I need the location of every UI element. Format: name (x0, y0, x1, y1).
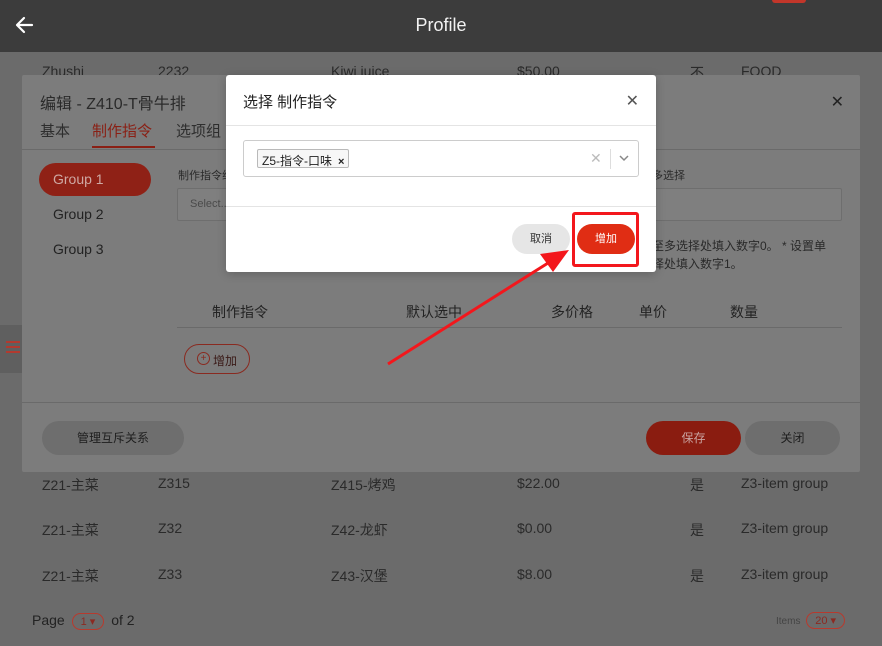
table-row[interactable]: Z21-主菜 Z32 Z42-龙虾 $0.00 是 Z3-item group (0, 507, 882, 551)
close-icon[interactable]: ✕ (626, 91, 639, 111)
table-cell: Z21-主菜 (42, 568, 99, 584)
notification-mark (772, 0, 806, 3)
page-label: Page (32, 612, 65, 628)
table-cell: 是 (690, 522, 704, 538)
save-button[interactable]: 保存 (646, 421, 741, 455)
table-cell: Z21-主菜 (42, 477, 99, 493)
instruction-multiselect[interactable]: Z5-指令-口味 × ✕ (243, 140, 639, 177)
group-item-2[interactable]: Group 2 (39, 198, 151, 231)
items-label: Items (776, 616, 801, 627)
divider (226, 125, 656, 126)
column-header: 数量 (730, 304, 758, 320)
page-title: Profile (415, 15, 467, 35)
top-bar: Profile (0, 0, 882, 52)
table-cell: Z33 (158, 566, 183, 582)
dialog-title: 选择 制作指令 (243, 94, 338, 111)
table-cell: Z3-item group (741, 475, 829, 491)
divider (22, 402, 860, 403)
column-header: 单价 (639, 304, 667, 320)
page-value: 1 (80, 616, 87, 628)
group-item-1[interactable]: Group 1 (39, 163, 151, 196)
page-select[interactable]: 1 ▾ (71, 613, 105, 630)
manage-exclusion-button[interactable]: 管理互斥关系 (42, 421, 184, 455)
active-tab-indicator (92, 146, 155, 148)
table-cell: Z315 (158, 475, 190, 491)
edit-dialog-title: 编辑 - Z410-T骨牛排 (40, 96, 186, 113)
items-value: 20 (815, 615, 828, 627)
add-instruction-button[interactable]: + 增加 (184, 344, 250, 374)
divider (226, 206, 656, 207)
right-field-label: 多选择 (652, 170, 685, 182)
tab-option-groups[interactable]: 选项组 (176, 120, 221, 141)
table-cell: $0.00 (517, 520, 553, 536)
table-cell: 是 (690, 568, 704, 584)
highlight-box (572, 212, 639, 267)
cancel-button[interactable]: 取消 (512, 224, 570, 254)
table-cell: 是 (690, 477, 704, 493)
plus-circle-icon: + (197, 352, 210, 365)
page-of-label: of 2 (111, 612, 135, 628)
column-header: 多价格 (551, 304, 593, 320)
divider (177, 327, 842, 328)
instruction-group-select[interactable]: Select... (177, 188, 232, 221)
table-cell: Z32 (158, 520, 183, 536)
clear-icon[interactable]: ✕ (590, 150, 602, 167)
close-button[interactable]: 关闭 (745, 421, 840, 455)
hint-text: 择处填入数字1。 (652, 257, 743, 271)
menu-icon[interactable] (0, 325, 22, 373)
items-select[interactable]: 20 ▾ (806, 612, 846, 629)
items-per-page: Items 20 ▾ (776, 612, 848, 629)
table-cell: Z42-龙虾 (331, 522, 388, 538)
select-placeholder: Select... (190, 198, 230, 210)
table-row[interactable]: Z21-主菜 Z33 Z43-汉堡 $8.00 是 Z3-item group (0, 553, 882, 597)
column-header: 默认选中 (406, 304, 462, 320)
table-cell: Z3-item group (741, 566, 829, 582)
separator (610, 149, 611, 169)
field-label: 制作指令组 (178, 170, 233, 182)
right-field-input[interactable] (652, 188, 842, 221)
tab-basic[interactable]: 基本 (40, 120, 70, 141)
table-cell: Z415-烤鸡 (331, 477, 396, 493)
pagination: Page 1 ▾ of 2 (32, 612, 135, 630)
tab-instructions[interactable]: 制作指令 (92, 120, 152, 141)
table-cell: $22.00 (517, 475, 560, 491)
tag-label: Z5-指令-口味 (262, 154, 332, 168)
close-icon[interactable]: ✕ (831, 92, 844, 112)
column-header: 制作指令 (212, 304, 268, 320)
table-cell: Z43-汉堡 (331, 568, 388, 584)
chevron-down-icon[interactable] (617, 149, 631, 167)
add-label: 增加 (213, 354, 238, 368)
table-cell: Z21-主菜 (42, 522, 99, 538)
group-item-3[interactable]: Group 3 (39, 233, 151, 266)
remove-tag-icon[interactable]: × (338, 156, 344, 168)
table-cell: Z3-item group (741, 520, 829, 536)
selected-tag: Z5-指令-口味 × (257, 149, 350, 168)
table-cell: $8.00 (517, 566, 553, 582)
hint-text: 至多选择处填入数字0。 * 设置单 (652, 239, 827, 253)
